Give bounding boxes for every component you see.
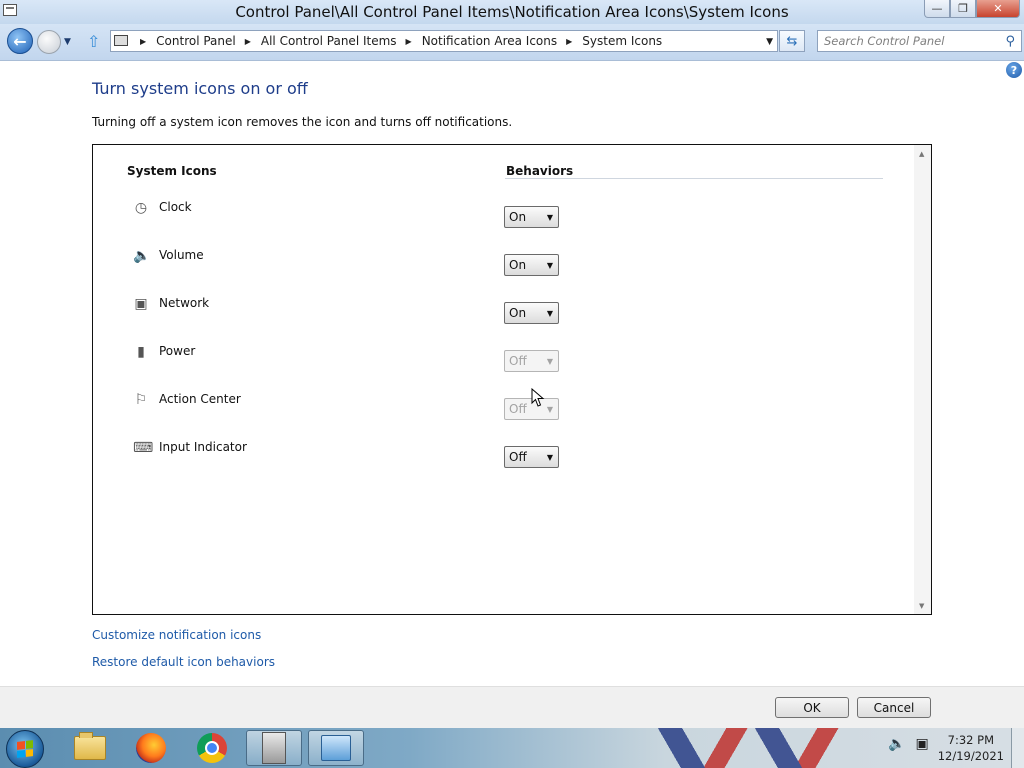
history-dropdown-icon[interactable]: ▼ — [64, 37, 71, 47]
system-icon-label: Power — [159, 344, 196, 358]
window-controls: — ❐ ✕ — [924, 0, 1020, 18]
window-title: Control Panel\All Control Panel Items\No… — [235, 3, 789, 21]
navigation-bar: ← ▼ ⇧ ▶ Control Panel ▶ All Control Pane… — [0, 24, 1024, 61]
forward-button[interactable] — [37, 30, 61, 54]
title-bar: Control Panel\All Control Panel Items\No… — [0, 0, 1024, 24]
back-button[interactable]: ← — [7, 28, 33, 54]
network-icon[interactable]: ▣ — [915, 736, 928, 752]
chevron-down-icon: ▼ — [546, 357, 553, 366]
minimize-button[interactable]: — — [924, 0, 950, 18]
system-icon-label: Network — [159, 296, 210, 310]
system-clock[interactable]: 7:32 PM 12/19/2021 — [938, 732, 1004, 764]
computer-icon — [114, 35, 128, 46]
chevron-down-icon: ▼ — [546, 213, 553, 222]
customize-notification-icons-link[interactable]: Customize notification icons — [92, 628, 261, 642]
page-description: Turning off a system icon removes the ic… — [92, 115, 513, 129]
flag-icon: ⚐ — [134, 392, 148, 408]
keyboard-icon: ⌨ — [133, 440, 154, 456]
chrome-icon — [197, 733, 227, 763]
mouse-cursor-icon — [531, 388, 545, 407]
list-item: ⚐ Action Center Off ▼ — [93, 388, 913, 428]
page-title: Turn system icons on or off — [92, 79, 308, 98]
wallpaper-art — [590, 728, 870, 768]
taskbar: 🔈 ▣ 7:32 PM 12/19/2021 — [0, 728, 1024, 768]
chevron-down-icon: ▼ — [546, 261, 553, 270]
clock-icon: ◷ — [134, 200, 148, 216]
scroll-up-icon[interactable]: ▲ — [919, 150, 924, 158]
column-header-system-icons: System Icons — [127, 164, 217, 178]
taskbar-windows-explorer[interactable] — [62, 730, 118, 766]
control-panel-icon — [321, 735, 351, 761]
breadcrumb-item[interactable]: Control Panel — [156, 34, 236, 48]
chevron-right-icon[interactable]: ▶ — [140, 37, 146, 46]
notification-area: 🔈 ▣ — [888, 736, 929, 752]
firefox-icon — [136, 733, 166, 763]
select-value: On — [509, 210, 527, 224]
chevron-down-icon: ▼ — [546, 405, 553, 414]
select-value: On — [509, 306, 527, 320]
taskbar-control-panel[interactable] — [308, 730, 364, 766]
taskbar-computer[interactable] — [246, 730, 302, 766]
vertical-scrollbar[interactable]: ▲ ▼ — [914, 145, 931, 614]
select-value: Off — [509, 354, 527, 368]
command-bar: OK Cancel — [0, 686, 1024, 729]
system-icons-list: System Icons Behaviors ◷ Clock On ▼ 🔈 Vo… — [92, 144, 932, 615]
system-icon-label: Volume — [159, 248, 204, 262]
list-item: ▮ Power Off ▼ — [93, 340, 913, 380]
computer-icon — [262, 732, 286, 764]
system-icon-label: Input Indicator — [159, 440, 247, 454]
power-icon: ▮ — [137, 344, 145, 360]
start-button[interactable] — [6, 730, 44, 768]
column-header-behaviors: Behaviors — [506, 164, 574, 178]
system-icon-label: Action Center — [159, 392, 241, 406]
select-value: Off — [509, 450, 527, 464]
chevron-down-icon: ▼ — [546, 309, 553, 318]
volume-icon: 🔈 — [133, 248, 151, 264]
breadcrumb-item[interactable]: All Control Panel Items — [261, 34, 397, 48]
select-value: On — [509, 258, 527, 272]
header-divider — [505, 178, 883, 179]
chevron-right-icon[interactable]: ▶ — [406, 37, 412, 46]
folder-icon — [74, 732, 106, 760]
clock-time: 7:32 PM — [947, 733, 995, 747]
address-bar[interactable]: ▶ Control Panel ▶ All Control Panel Item… — [110, 30, 778, 52]
select-value: Off — [509, 402, 527, 416]
ok-button[interactable]: OK — [775, 697, 849, 718]
help-icon[interactable]: ? — [1006, 62, 1022, 78]
scroll-down-icon[interactable]: ▼ — [919, 602, 924, 610]
restore-default-behaviors-link[interactable]: Restore default icon behaviors — [92, 655, 275, 669]
list-item: ⌨ Input Indicator Off ▼ — [93, 436, 913, 476]
clock-date: 12/19/2021 — [937, 749, 1004, 763]
breadcrumb-item[interactable]: Notification Area Icons — [422, 34, 557, 48]
windows-logo-icon — [17, 740, 33, 758]
chevron-right-icon[interactable]: ▶ — [245, 37, 251, 46]
behavior-select-network[interactable]: On ▼ — [504, 302, 559, 324]
behavior-select-power: Off ▼ — [504, 350, 559, 372]
taskbar-chrome[interactable] — [184, 730, 240, 766]
close-button[interactable]: ✕ — [976, 0, 1020, 18]
chevron-down-icon: ▼ — [546, 453, 553, 462]
breadcrumb: ▶ Control Panel ▶ All Control Panel Item… — [131, 34, 662, 48]
chevron-right-icon[interactable]: ▶ — [566, 37, 572, 46]
up-arrow-icon[interactable]: ⇧ — [87, 32, 100, 51]
behavior-select-input-indicator[interactable]: Off ▼ — [504, 446, 559, 468]
restore-button[interactable]: ❐ — [950, 0, 976, 18]
system-icon-label: Clock — [159, 200, 192, 214]
network-icon: ▣ — [134, 296, 148, 312]
behavior-select-clock[interactable]: On ▼ — [504, 206, 559, 228]
volume-icon[interactable]: 🔈 — [888, 736, 905, 752]
breadcrumb-item[interactable]: System Icons — [582, 34, 662, 48]
behavior-select-volume[interactable]: On ▼ — [504, 254, 559, 276]
taskbar-firefox[interactable] — [123, 730, 179, 766]
list-item: 🔈 Volume On ▼ — [93, 244, 913, 284]
search-box[interactable]: ⚲ — [817, 30, 1022, 52]
list-item: ◷ Clock On ▼ — [93, 196, 913, 236]
refresh-button[interactable]: ⇆ — [779, 30, 805, 52]
list-item: ▣ Network On ▼ — [93, 292, 913, 332]
address-dropdown-icon[interactable]: ▼ — [766, 37, 773, 47]
show-desktop-button[interactable] — [1011, 728, 1024, 768]
search-input[interactable] — [824, 34, 999, 48]
search-icon[interactable]: ⚲ — [1005, 34, 1015, 49]
cancel-button[interactable]: Cancel — [857, 697, 931, 718]
